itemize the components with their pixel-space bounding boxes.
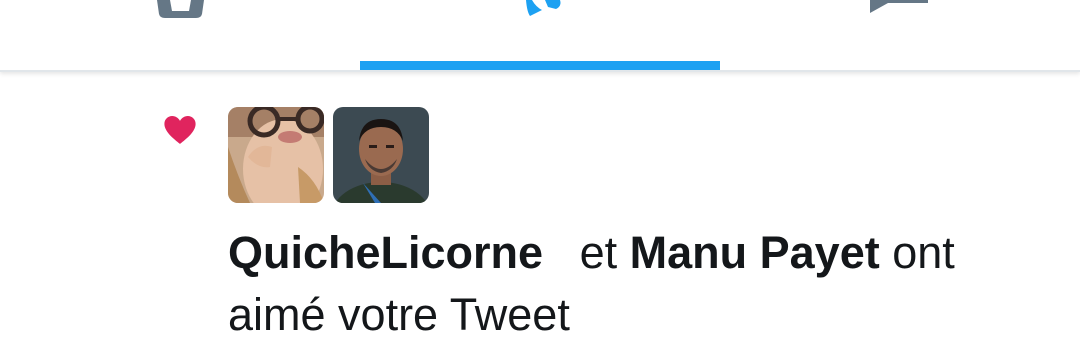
connector-text: et (579, 227, 618, 278)
notification-item[interactable]: QuicheLicorne et Manu Payet ont aimé vot… (0, 72, 1080, 360)
home-icon (157, 0, 204, 18)
messages-icon (870, 0, 928, 13)
tab-notifications[interactable] (360, 0, 720, 70)
notification-text: QuicheLicorne et Manu Payet ont aimé vot… (228, 222, 1028, 346)
tab-messages[interactable] (720, 0, 1080, 70)
user-link-manu-payet[interactable]: Manu Payet (630, 227, 880, 278)
user-link-quichelicorne[interactable]: QuicheLicorne (228, 227, 543, 278)
notifications-screen: QuicheLicorne et Manu Payet ont aimé vot… (0, 0, 1080, 360)
action-text-line1: ont (892, 227, 955, 278)
active-tab-indicator (360, 61, 720, 70)
avatar-manu-payet[interactable] (333, 107, 429, 203)
tab-home[interactable] (0, 0, 360, 70)
tab-bar (0, 0, 1080, 72)
notifications-bell-icon (526, 0, 561, 16)
heart-icon (164, 116, 196, 144)
action-text-line2: aimé votre Tweet (228, 289, 570, 340)
avatar-quichelicorne[interactable] (228, 107, 324, 203)
